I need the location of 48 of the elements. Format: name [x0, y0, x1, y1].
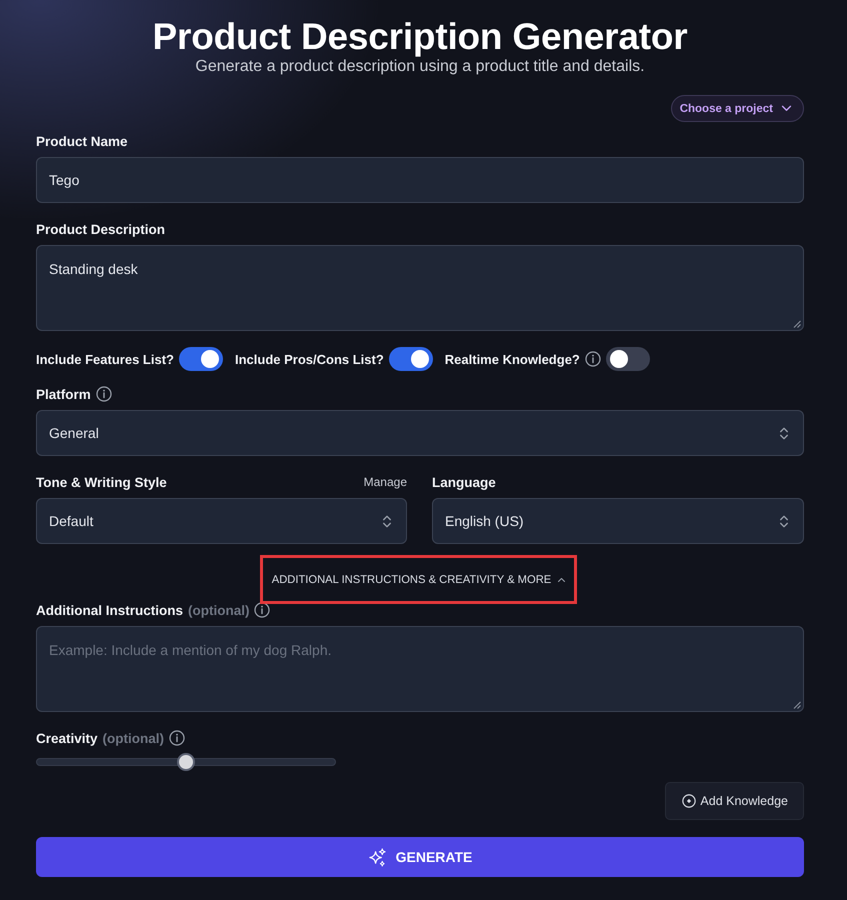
select-value: General	[49, 425, 99, 441]
toggle-switch[interactable]	[388, 347, 433, 371]
product-description-field[interactable]: Standing desk	[36, 245, 804, 331]
field-placeholder: Example: Include a mention of my dog Ralph.	[49, 642, 332, 658]
field-label: Product Description	[36, 222, 166, 236]
language-select[interactable]: English (US)	[432, 498, 804, 544]
creativity-slider-track[interactable]	[36, 753, 336, 771]
info-icon[interactable]	[584, 351, 601, 367]
toggle-label: Include Features List?	[36, 352, 174, 366]
circle-dot-icon	[682, 794, 696, 808]
resize-handle-icon[interactable]	[793, 701, 801, 709]
toggle-switch[interactable]	[178, 347, 223, 371]
generate-button[interactable]: GENERATE	[36, 837, 804, 877]
slider-thumb[interactable]	[177, 753, 195, 771]
sparkles-icon	[368, 848, 387, 866]
chevron-up-down-icon	[779, 426, 789, 440]
page-title: Product Description Generator	[152, 17, 688, 57]
section-toggle-button[interactable]: ADDITIONAL INSTRUCTIONS & CREATIVITY & MORE	[272, 570, 566, 590]
optional-hint: (optional)	[188, 602, 250, 618]
field-value: Standing desk	[49, 261, 138, 277]
toggle-label: Realtime Knowledge?	[444, 352, 580, 366]
field-label: Creativity	[36, 730, 98, 746]
chevron-up-down-icon	[382, 514, 392, 528]
project-picker-button[interactable]: Choose a project	[670, 95, 804, 122]
select-value: English (US)	[445, 513, 524, 529]
resize-handle-icon[interactable]	[793, 320, 801, 328]
field-label: Language	[432, 474, 496, 490]
tone-select[interactable]: Default	[36, 498, 407, 544]
toggle-label: Include Pros/Cons List?	[234, 352, 384, 366]
add-knowledge-button[interactable]: Add Knowledge	[665, 782, 804, 820]
product-name-field[interactable]: Tego	[36, 157, 804, 203]
manage-link[interactable]: Manage	[364, 475, 407, 489]
field-label: Product Name	[36, 134, 128, 148]
field-label: Tone & Writing Style	[36, 474, 167, 490]
chevron-down-icon	[781, 105, 792, 112]
info-icon[interactable]	[96, 386, 112, 402]
field-label: Platform	[36, 386, 91, 402]
platform-select[interactable]: General	[36, 410, 804, 456]
page-subtitle: Generate a product description using a product title and details.	[195, 57, 645, 76]
toggle-switch[interactable]	[606, 347, 650, 371]
chevron-up-down-icon	[779, 514, 789, 528]
field-label: Additional Instructions	[36, 602, 183, 618]
optional-hint: (optional)	[102, 730, 164, 746]
chevron-up-icon	[557, 577, 566, 583]
field-value: Tego	[49, 172, 80, 188]
info-icon[interactable]	[169, 730, 186, 746]
info-icon[interactable]	[254, 602, 270, 618]
select-value: Default	[49, 513, 94, 529]
